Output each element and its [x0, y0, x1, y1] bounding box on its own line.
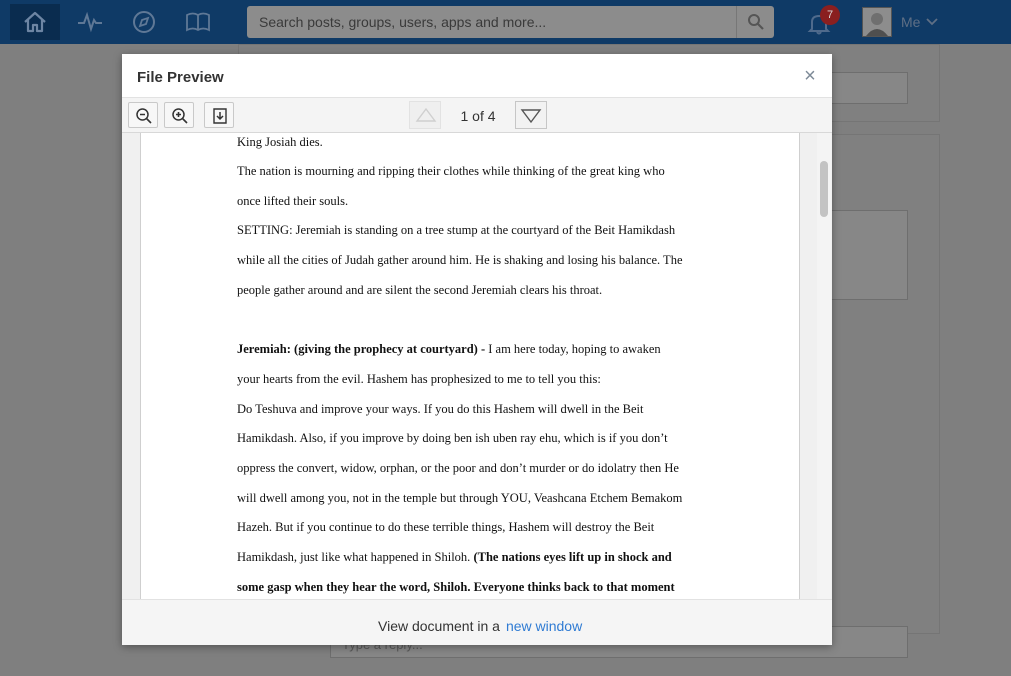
document-text-run: King Josiah dies. — [237, 135, 323, 149]
document-text-run: your hearts from the evil. Hashem has pr… — [237, 372, 601, 386]
document-line: once lifted their souls. — [237, 194, 348, 209]
chevron-down-icon[interactable] — [926, 16, 938, 26]
modal-title: File Preview — [137, 69, 224, 86]
document-line: some gasp when they hear the word, Shilo… — [237, 580, 675, 595]
footer-text: View document in a new window — [378, 618, 582, 634]
triangle-up-icon — [415, 107, 437, 122]
document-text-run: Hamikdash, just like what happened in Sh… — [237, 550, 474, 564]
document-bold-text: (The nations eyes lift up in shock and — [473, 550, 672, 564]
document-line: your hearts from the evil. Hashem has pr… — [237, 372, 601, 387]
search-input[interactable]: Search posts, groups, users, apps and mo… — [259, 14, 546, 30]
document-viewer[interactable]: King Josiah dies. The nation is mourning … — [122, 133, 832, 599]
compass-icon — [133, 11, 155, 33]
download-icon — [213, 108, 227, 124]
document-text-run: while all the cities of Judah gather aro… — [237, 253, 683, 267]
avatar[interactable] — [862, 7, 892, 37]
top-nav-bar: Search posts, groups, users, apps and mo… — [0, 0, 1011, 44]
search-icon — [748, 14, 764, 30]
book-icon — [186, 12, 210, 32]
activity-icon — [78, 11, 102, 33]
document-bold-text: some gasp when they hear the word, Shilo… — [237, 580, 675, 594]
document-bold-text: Jeremiah: (giving the prophecy at courty… — [237, 342, 486, 356]
document-text-run: once lifted their souls. — [237, 194, 349, 208]
modal-footer: View document in a new window — [122, 599, 832, 645]
close-icon[interactable]: × — [800, 66, 820, 86]
document-line: Hamikdash, just like what happened in Sh… — [237, 550, 672, 565]
home-nav-button[interactable] — [10, 4, 60, 40]
document-line: oppress the convert, widow, orphan, or t… — [237, 461, 679, 476]
document-line: Hamikdash. Also, if you improve by doing… — [237, 431, 668, 446]
document-text-run: I am here today, hoping to awaken — [485, 342, 661, 356]
discover-nav-button[interactable] — [130, 8, 158, 36]
document-line: Jeremiah: (giving the prophecy at courty… — [237, 342, 661, 357]
zoom-in-icon — [172, 108, 188, 124]
document-line: people gather around and are silent the … — [237, 283, 602, 298]
document-page: King Josiah dies. The nation is mourning … — [140, 133, 800, 599]
document-line: The nation is mourning and ripping their… — [237, 164, 665, 179]
document-line: SETTING: Jeremiah is standing on a tree … — [237, 223, 675, 238]
document-line: King Josiah dies. — [237, 135, 323, 150]
document-text-run: will dwell among you, not in the temple … — [237, 491, 683, 505]
download-button[interactable] — [204, 102, 234, 128]
next-page-button[interactable] — [515, 101, 547, 129]
preview-toolbar: 1 of 4 — [122, 98, 832, 133]
notification-count-badge: 7 — [820, 5, 840, 25]
zoom-in-button[interactable] — [164, 102, 194, 128]
viewer-scrollbar[interactable] — [817, 133, 831, 599]
search-box[interactable]: Search posts, groups, users, apps and mo… — [247, 6, 774, 38]
document-line: will dwell among you, not in the temple … — [237, 491, 682, 506]
document-text-run: SETTING: Jeremiah is standing on a tree … — [237, 223, 676, 237]
document-text-run: people gather around and are silent the … — [237, 283, 603, 297]
document-text-run: Hazeh. But if you continue to do these t… — [237, 520, 655, 534]
document-text-run: Do Teshuva and improve your ways. If you… — [237, 402, 644, 416]
document-line: while all the cities of Judah gather aro… — [237, 253, 683, 268]
triangle-down-icon — [520, 109, 542, 124]
document-line: Do Teshuva and improve your ways. If you… — [237, 402, 643, 417]
modal-header: File Preview × — [122, 54, 832, 98]
library-nav-button[interactable] — [184, 8, 212, 36]
new-window-link[interactable]: new window — [506, 618, 582, 634]
home-icon — [24, 11, 46, 33]
file-preview-modal: File Preview × 1 of 4 King Josiah dies. … — [122, 54, 832, 645]
activity-nav-button[interactable] — [76, 8, 104, 36]
previous-page-button[interactable] — [409, 101, 441, 129]
user-avatar-icon — [866, 13, 888, 36]
document-text-run: oppress the convert, widow, orphan, or t… — [237, 461, 679, 475]
account-menu-label[interactable]: Me — [901, 14, 920, 30]
page-indicator: 1 of 4 — [460, 108, 496, 124]
document-line: Hazeh. But if you continue to do these t… — [237, 520, 654, 535]
document-text-run: The nation is mourning and ripping their… — [237, 164, 665, 178]
zoom-out-button[interactable] — [128, 102, 158, 128]
footer-label: View document in a — [378, 618, 500, 634]
zoom-out-icon — [136, 108, 152, 124]
search-button[interactable] — [736, 6, 774, 38]
document-text-run: Hamikdash. Also, if you improve by doing… — [237, 431, 668, 445]
scrollbar-thumb[interactable] — [820, 161, 828, 217]
